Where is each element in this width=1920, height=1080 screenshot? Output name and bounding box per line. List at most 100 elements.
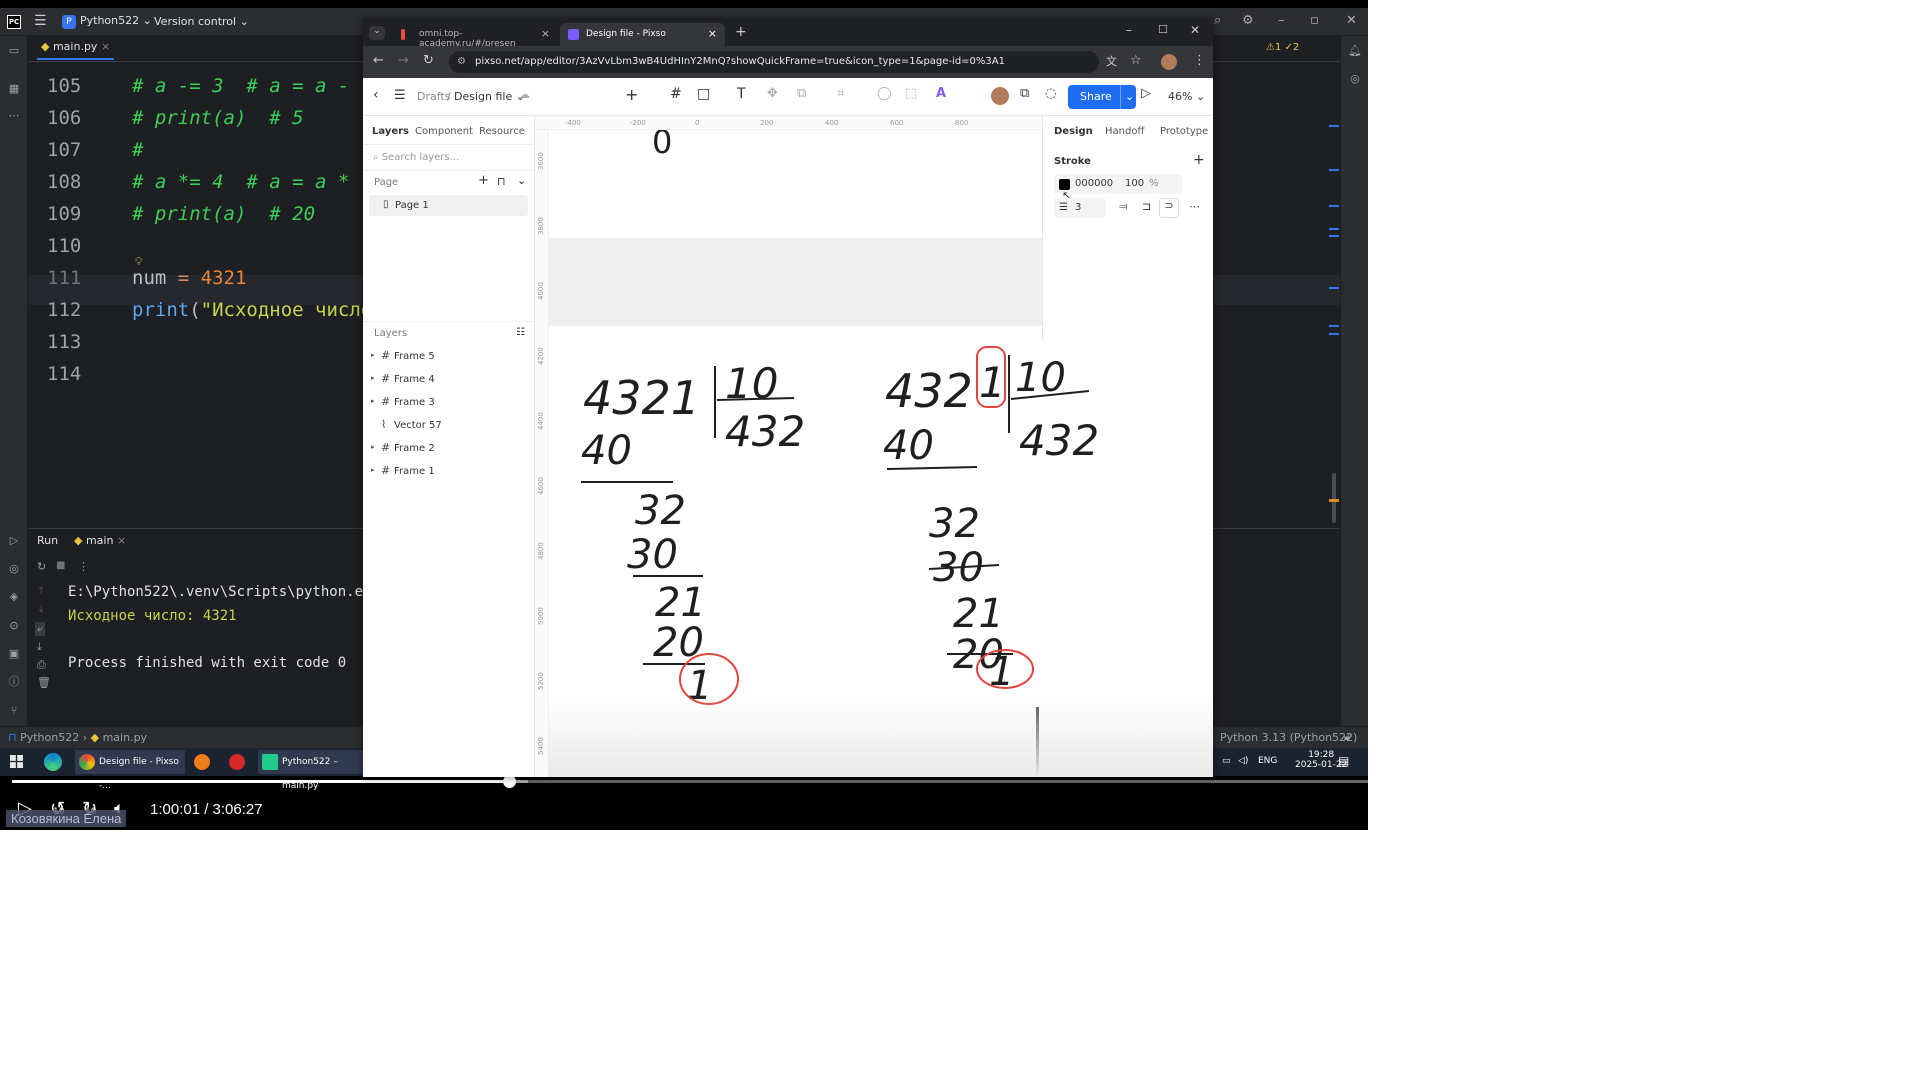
frame-tool-icon[interactable]: # <box>670 86 682 102</box>
notifications-bell-icon[interactable]: 🔔︎ <box>1347 44 1363 60</box>
line-number[interactable]: 114 <box>47 363 107 385</box>
error-stripe-mark[interactable] <box>1329 125 1339 127</box>
git-icon[interactable]: ⑂ <box>6 703 22 719</box>
tray-network-icon[interactable]: ▭ <box>1222 756 1231 766</box>
translate-icon[interactable]: 文 <box>1106 53 1117 69</box>
share-button[interactable]: Share ⌄ <box>1068 85 1136 109</box>
line-number[interactable]: 110 <box>47 235 107 257</box>
line-number[interactable]: 111 <box>47 267 107 289</box>
line-number[interactable]: 107 <box>47 139 107 161</box>
left-division-drawing[interactable]: 4321 1043240323021201 <box>581 359 805 709</box>
line-number[interactable]: 105 <box>47 75 107 97</box>
search-icon[interactable]: ⌕ <box>1214 13 1221 28</box>
stroke-width-value[interactable]: 3 <box>1075 202 1081 213</box>
layer-row[interactable]: ▸ # Frame 1 <box>371 464 526 482</box>
soft-wrap-icon[interactable]: ⤶ <box>35 622 46 636</box>
settings-gear-icon[interactable]: ⚙ <box>1242 13 1254 28</box>
zoom-menu[interactable]: 46% ⌄ <box>1168 90 1205 103</box>
stop-icon[interactable]: ■ <box>56 560 65 571</box>
stroke-color-field[interactable]: 000000 100 % <box>1054 174 1182 194</box>
tab-search-icon[interactable]: ⌄ <box>369 26 385 40</box>
stroke-more-icon[interactable]: ⋯ <box>1189 200 1200 213</box>
layer-row[interactable]: ▸ # Frame 3 <box>371 395 526 413</box>
hints-bulb-icon[interactable]: ◌ <box>1045 86 1056 101</box>
run-tool-icon[interactable]: ▷ <box>6 533 22 549</box>
line-number[interactable]: 106 <box>47 107 107 129</box>
terminal-icon[interactable]: ▣ <box>6 646 22 662</box>
code-line[interactable]: num = 4321 <box>132 267 246 289</box>
stroke-opacity[interactable]: 100 <box>1125 178 1144 189</box>
error-stripe-mark[interactable] <box>1329 205 1339 207</box>
error-stripe-mark[interactable] <box>1329 325 1339 327</box>
browser-menu-icon[interactable]: ⋮ <box>1193 53 1206 68</box>
scroll-to-end-icon[interactable]: ⤓ <box>37 640 42 654</box>
collaborator-avatar[interactable] <box>991 87 1009 105</box>
services-icon[interactable]: ⊙ <box>6 618 22 634</box>
run-config-tab[interactable]: ◆ main × <box>74 534 126 547</box>
collapse-pages-icon[interactable]: ⌄ <box>517 174 526 187</box>
line-number[interactable]: 109 <box>47 203 107 225</box>
windows-start-icon[interactable] <box>10 755 23 768</box>
back-to-drafts-icon[interactable]: ‹ <box>373 87 379 103</box>
code-line[interactable]: # <box>132 139 143 161</box>
tab-handoff[interactable]: Handoff <box>1105 126 1144 137</box>
close-icon[interactable]: ✕ <box>1346 13 1357 28</box>
shape-tool-icon[interactable]: □ <box>697 86 710 102</box>
code-line[interactable]: # print(a) # 5 <box>132 107 304 129</box>
expand-arrow-icon[interactable]: ▸ <box>371 374 375 382</box>
main-menu-icon[interactable]: ☰ <box>34 13 47 29</box>
mask-tool-icon[interactable]: ◯ <box>877 86 892 101</box>
code-line[interactable]: # a *= 4 # a = a * <box>132 171 361 193</box>
page-item[interactable]: ▯ Page 1 <box>369 195 528 216</box>
tab-design[interactable]: Design <box>1054 126 1093 137</box>
tab-resource[interactable]: Resource <box>479 126 525 137</box>
page-folder-icon[interactable]: ⊓ <box>497 175 506 188</box>
taskbar-item-pycharm[interactable]: Python522 – main.py <box>258 750 368 791</box>
taskbar-item-opera[interactable] <box>225 750 253 774</box>
share-dropdown-icon[interactable]: ⌄ <box>1120 85 1134 109</box>
code-line[interactable]: # a -= 3 # a = a - <box>132 75 361 97</box>
crop-tool-icon[interactable]: ⬚ <box>905 86 917 101</box>
maximize-icon[interactable]: ▫ <box>1310 13 1319 28</box>
text-tool-icon[interactable]: T <box>737 86 746 102</box>
error-stripe-mark[interactable] <box>1329 333 1339 335</box>
scroll-up-icon[interactable]: ↑ <box>37 586 45 597</box>
lock-icon[interactable]: 🔓︎ <box>1344 730 1351 744</box>
line-number[interactable]: 112 <box>47 299 107 321</box>
add-page-icon[interactable]: + <box>478 173 489 188</box>
print-icon[interactable]: ⎙ <box>37 658 46 672</box>
error-stripe-mark[interactable] <box>1329 235 1339 237</box>
profile-avatar[interactable] <box>1161 54 1177 70</box>
tab-close-icon[interactable]: × <box>101 40 110 53</box>
address-bar[interactable]: ⚙ pixso.net/app/editor/3AzVvLbm3wB4UdHInY… <box>449 51 1099 73</box>
tab-main-py[interactable]: ◆ main.py × <box>37 40 115 60</box>
browser-minimize-icon[interactable]: – <box>1126 23 1132 37</box>
version-control-menu[interactable]: Version control ⌄ <box>154 15 249 28</box>
stroke-outside-icon[interactable]: ⊃ <box>1159 198 1179 218</box>
layer-row[interactable]: ▸ # Frame 4 <box>371 372 526 390</box>
interpreter-widget[interactable]: Python 3.13 (Python522) <box>1220 731 1357 744</box>
project-selector[interactable]: P Python522 ⌄ <box>62 14 152 29</box>
back-icon[interactable]: ← <box>373 53 384 68</box>
ai-tool-icon[interactable]: A <box>936 86 946 101</box>
inspection-widget[interactable]: ⚠1 ✓2 <box>1266 42 1299 53</box>
taskbar-item-firefox[interactable] <box>190 750 218 774</box>
line-number[interactable]: 113 <box>47 331 107 353</box>
stroke-width-field[interactable]: ☰ 3 <box>1054 198 1106 218</box>
python-console-icon[interactable]: ◎ <box>6 561 22 577</box>
browser-tab-pixso[interactable]: Design file - Pixso × <box>560 23 725 46</box>
component-tool-icon[interactable]: ⧉ <box>797 86 806 101</box>
tab-close-icon[interactable]: × <box>541 27 550 40</box>
browser-maximize-icon[interactable]: ☐ <box>1158 23 1168 36</box>
layer-row[interactable]: ⌇ Vector 57 <box>371 418 526 436</box>
present-play-icon[interactable]: ▷ <box>1141 86 1151 101</box>
layer-search[interactable]: ⌕ Search layers... <box>373 152 459 163</box>
rerun-icon[interactable]: ↻ <box>37 560 46 573</box>
stroke-hex[interactable]: 000000 <box>1075 178 1113 189</box>
run-tab[interactable]: Run <box>37 534 58 547</box>
edge-browser-icon[interactable] <box>44 753 62 771</box>
editor-scrollbar[interactable] <box>1332 473 1336 523</box>
browser-tab-omni[interactable]: omni.top-academy.ru/#/presen × <box>393 23 558 49</box>
code-line[interactable]: print("Исходное число <box>132 299 372 321</box>
minimize-icon[interactable]: – <box>1278 13 1285 28</box>
